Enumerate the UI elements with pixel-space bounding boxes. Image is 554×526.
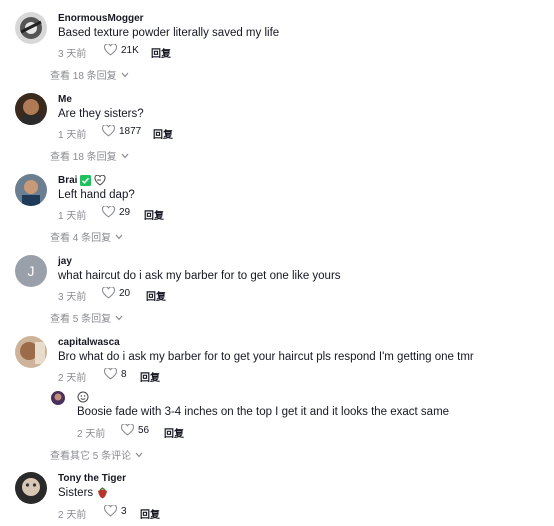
reply-text: Boosie fade with 3-4 inches on the top I… bbox=[77, 406, 450, 418]
comment-text: Left hand dap? bbox=[58, 189, 135, 201]
like-button[interactable]: 8 bbox=[104, 368, 127, 380]
heart-icon bbox=[102, 206, 115, 218]
like-button[interactable]: 29 bbox=[102, 206, 130, 218]
reply-button[interactable]: 回复 bbox=[146, 288, 166, 303]
like-button[interactable]: 20 bbox=[102, 287, 130, 299]
reply-time: 2 天前 bbox=[77, 429, 106, 440]
comment-text: Sisters bbox=[58, 487, 109, 499]
like-count: 8 bbox=[121, 368, 127, 380]
avatar[interactable] bbox=[15, 336, 47, 368]
comment-author[interactable]: Me bbox=[58, 94, 72, 105]
like-button[interactable]: 21K bbox=[104, 44, 139, 56]
comment-author[interactable]: EnormousMogger bbox=[58, 13, 144, 24]
reply-author-emoji-icon[interactable] bbox=[77, 391, 89, 403]
author-name: Brai bbox=[58, 175, 78, 187]
comment-time: 1 天前 bbox=[58, 130, 87, 141]
reply-button[interactable]: 回复 bbox=[151, 45, 171, 60]
check-mark-icon bbox=[80, 175, 92, 186]
chevron-down-icon bbox=[135, 452, 143, 457]
comment-time: 2 天前 bbox=[58, 510, 87, 521]
heart-icon bbox=[104, 44, 117, 56]
reply-avatar[interactable] bbox=[51, 391, 65, 405]
comment-text: Are they sisters? bbox=[58, 108, 144, 120]
view-replies-label: 查看 18 条回复 bbox=[50, 152, 117, 163]
like-button[interactable]: 56 bbox=[121, 424, 149, 436]
heart-icon bbox=[102, 287, 115, 299]
reply-button[interactable]: 回复 bbox=[144, 207, 164, 222]
chevron-down-icon bbox=[121, 153, 129, 158]
reply-button[interactable]: 回复 bbox=[140, 369, 160, 384]
heart-icon bbox=[104, 368, 117, 380]
reply-button[interactable]: 回复 bbox=[140, 506, 160, 521]
comment-time: 1 天前 bbox=[58, 211, 87, 222]
avatar[interactable] bbox=[15, 472, 47, 504]
reply-button[interactable]: 回复 bbox=[153, 126, 173, 141]
chevron-down-icon bbox=[121, 72, 129, 77]
heart-icon bbox=[121, 424, 134, 436]
comment-author[interactable]: Brai bbox=[58, 175, 106, 186]
view-replies-label: 查看 5 条回复 bbox=[50, 314, 112, 325]
like-button[interactable]: 1877 bbox=[102, 125, 141, 137]
view-replies-button[interactable]: 查看 18 条回复 bbox=[50, 148, 129, 163]
comment-time: 3 天前 bbox=[58, 49, 87, 60]
view-replies-label: 查看 4 条回复 bbox=[50, 233, 112, 244]
comment-text: Based texture powder literally saved my … bbox=[58, 27, 280, 39]
view-replies-button[interactable]: 查看 18 条回复 bbox=[50, 67, 129, 82]
view-replies-button[interactable]: 查看 4 条回复 bbox=[50, 229, 123, 244]
comment-text-content: Sisters bbox=[58, 487, 94, 500]
avatar[interactable] bbox=[15, 174, 47, 206]
like-count: 56 bbox=[138, 424, 150, 436]
like-count: 1877 bbox=[119, 125, 142, 137]
comment-author[interactable]: capitalwasca bbox=[58, 337, 120, 348]
avatar-initial: J bbox=[27, 263, 35, 279]
chevron-down-icon bbox=[115, 315, 123, 320]
comment-author[interactable]: jay bbox=[58, 256, 72, 267]
comment-time: 3 天前 bbox=[58, 292, 87, 303]
view-replies-button[interactable]: 查看 5 条回复 bbox=[50, 310, 123, 325]
like-count: 20 bbox=[119, 287, 131, 299]
handshake-heart-icon bbox=[94, 175, 106, 186]
strawberry-emoji-icon bbox=[98, 487, 108, 499]
comment-author[interactable]: Tony the Tiger bbox=[58, 473, 126, 484]
avatar[interactable] bbox=[15, 93, 47, 125]
avatar[interactable] bbox=[15, 12, 47, 44]
like-count: 21K bbox=[121, 44, 139, 56]
comment-time: 2 天前 bbox=[58, 373, 87, 384]
heart-icon bbox=[104, 505, 117, 517]
like-count: 3 bbox=[121, 505, 127, 517]
view-replies-label: 查看其它 5 条评论 bbox=[50, 451, 132, 462]
like-count: 29 bbox=[119, 206, 131, 218]
view-replies-label: 查看 18 条回复 bbox=[50, 71, 117, 82]
like-button[interactable]: 3 bbox=[104, 505, 127, 517]
avatar[interactable]: J bbox=[15, 255, 47, 287]
view-more-comments-button[interactable]: 查看其它 5 条评论 bbox=[50, 447, 143, 462]
heart-icon bbox=[102, 125, 115, 137]
reply-button[interactable]: 回复 bbox=[164, 425, 184, 440]
comment-text: what haircut do i ask my barber for to g… bbox=[58, 270, 341, 282]
chevron-down-icon bbox=[115, 234, 123, 239]
comment-text: Bro what do i ask my barber for to get y… bbox=[58, 351, 474, 363]
